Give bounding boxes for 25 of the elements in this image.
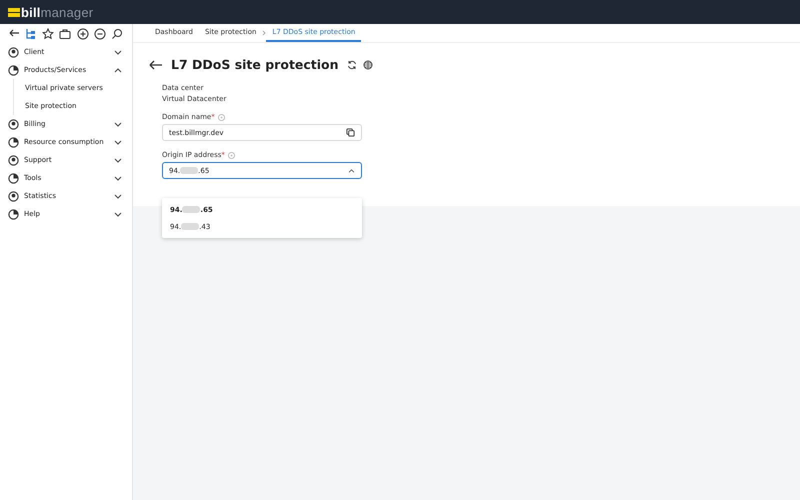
chevron-icon	[114, 140, 122, 144]
pie-icon	[8, 190, 19, 202]
breadcrumb-separator-icon	[262, 30, 266, 36]
copy-icon[interactable]	[346, 128, 355, 137]
chevron-icon	[114, 176, 122, 180]
chevron-icon	[114, 68, 122, 72]
back-arrow-icon[interactable]	[149, 60, 163, 70]
chevron-icon	[114, 158, 122, 162]
star-icon[interactable]	[42, 28, 54, 40]
logo[interactable]: billmanager	[8, 4, 94, 20]
chevron-icon	[114, 194, 122, 198]
chevron-icon	[114, 50, 122, 54]
tree-icon[interactable]	[25, 28, 38, 40]
pie-icon	[8, 136, 19, 148]
chevron-icon	[348, 168, 355, 172]
search-icon[interactable]	[110, 28, 123, 40]
expand-all-icon[interactable]	[76, 28, 89, 40]
refresh-icon[interactable]	[346, 60, 357, 70]
collapse-all-icon[interactable]	[94, 28, 106, 40]
chevron-icon	[114, 212, 122, 216]
chevron-icon	[114, 122, 122, 126]
page-title: L7 DDoS site protection	[171, 57, 339, 72]
briefcase-icon[interactable]	[59, 28, 72, 40]
redaction-mark	[180, 167, 198, 174]
globe-icon[interactable]	[362, 60, 373, 70]
